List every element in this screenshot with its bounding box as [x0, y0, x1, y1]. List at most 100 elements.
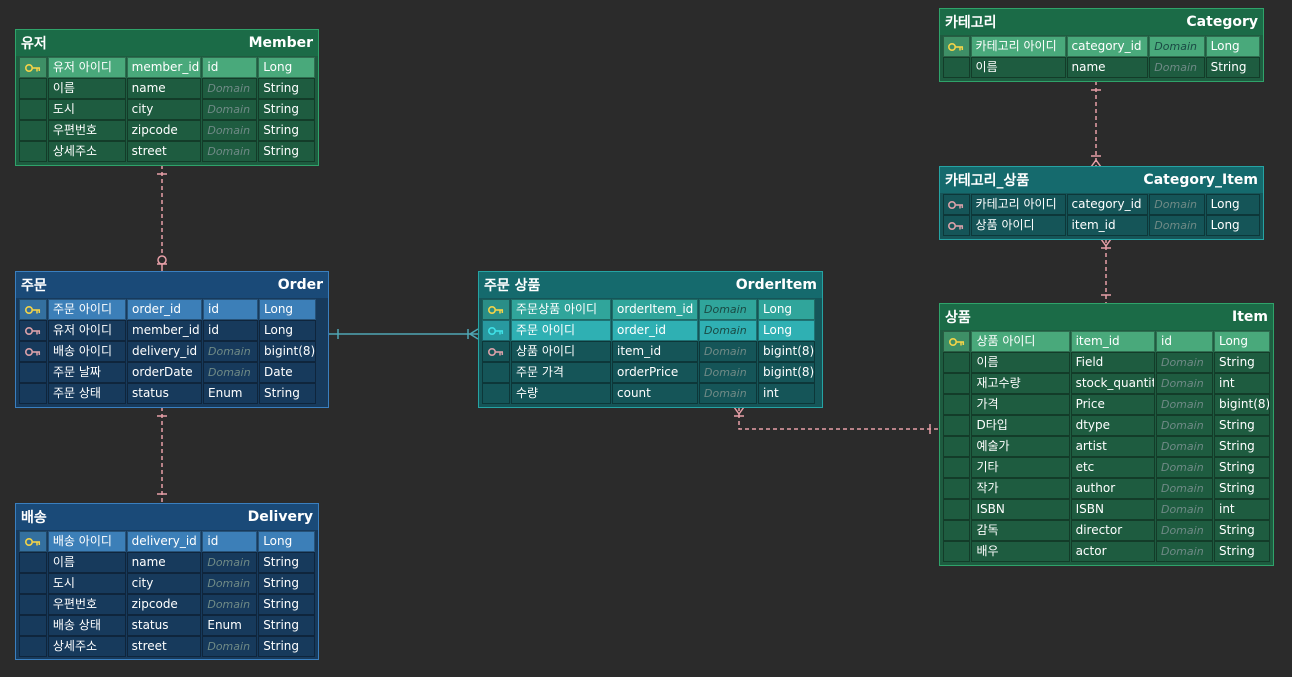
column-data-type: Date — [259, 362, 316, 383]
key-slot — [943, 373, 971, 394]
column-domain-placeholder: Domain — [202, 636, 258, 657]
column-physical-name: etc — [1070, 457, 1155, 478]
primary-key-icon — [19, 57, 47, 78]
column-row[interactable]: 우편번호 zipcode Domain String — [19, 594, 315, 615]
relation-order-orderitem[interactable] — [329, 328, 479, 340]
column-row[interactable]: D타입 dtype Domain String — [943, 415, 1270, 436]
column-row[interactable]: 배송 아이디 delivery_id id Long — [19, 531, 315, 552]
column-row[interactable]: 도시 city Domain String — [19, 99, 315, 120]
column-row[interactable]: 기타 etc Domain String — [943, 457, 1270, 478]
column-row[interactable]: 수량 count Domain int — [482, 383, 819, 404]
column-domain-placeholder: Domain — [1155, 352, 1213, 373]
entity-physical-name: Member — [248, 35, 313, 51]
column-domain: id — [202, 531, 258, 552]
column-data-type: String — [258, 141, 315, 162]
column-row[interactable]: 카테고리 아이디 category_id Domain Long — [943, 36, 1260, 57]
column-row[interactable]: 상세주소 street Domain String — [19, 141, 315, 162]
column-logical-name: 도시 — [47, 99, 126, 120]
column-logical-name: 유저 아이디 — [47, 57, 126, 78]
column-domain-placeholder: Domain — [1155, 499, 1213, 520]
column-physical-name: Price — [1070, 394, 1155, 415]
column-row[interactable]: 예술가 artist Domain String — [943, 436, 1270, 457]
column-data-type: int — [1213, 373, 1270, 394]
column-physical-name: name — [126, 78, 202, 99]
column-row[interactable]: 도시 city Domain String — [19, 573, 315, 594]
column-row[interactable]: 배송 상태 status Enum String — [19, 615, 315, 636]
entity-category[interactable]: 카테고리 Category 카테고리 아이디 category_id Domain L… — [939, 8, 1264, 82]
relation-order-delivery[interactable] — [157, 407, 167, 503]
column-domain-placeholder: Domain — [1149, 194, 1205, 215]
column-physical-name: status — [127, 383, 202, 404]
column-row[interactable]: ISBN ISBN Domain int — [943, 499, 1270, 520]
column-row[interactable]: 상품 아이디 item_id Domain Long — [943, 215, 1260, 236]
key-slot — [19, 594, 47, 615]
column-row[interactable]: 감독 director Domain String — [943, 520, 1270, 541]
column-domain-placeholder: Domain — [202, 78, 258, 99]
key-slot — [19, 383, 47, 404]
column-physical-name: member_id — [126, 57, 202, 78]
column-row[interactable]: 이름 name Domain String — [19, 552, 315, 573]
column-data-type: String — [258, 615, 315, 636]
column-row[interactable]: 주문 아이디 order_id Domain Long — [482, 320, 819, 341]
primary-key-icon — [482, 299, 510, 320]
column-row[interactable]: 주문 날짜 orderDate Domain Date — [19, 362, 325, 383]
column-data-type: String — [258, 636, 315, 657]
column-logical-name: 가격 — [971, 394, 1070, 415]
relation-category-categoryitem[interactable] — [1090, 81, 1102, 168]
column-row[interactable]: 상품 아이디 item_id Domain bigint(8) — [482, 341, 819, 362]
column-physical-name: item_id — [1070, 331, 1155, 352]
column-domain-placeholder: Domain — [1149, 57, 1205, 78]
column-physical-name: artist — [1070, 436, 1155, 457]
column-domain-placeholder: Domain — [699, 341, 757, 362]
relation-orderitem-item[interactable] — [733, 406, 939, 434]
column-physical-name: name — [1066, 57, 1149, 78]
entity-member[interactable]: 유저 Member 유저 아이디 member_id id Long 이름 name Dom… — [15, 29, 319, 166]
column-row[interactable]: 주문 상태 status Enum String — [19, 383, 325, 404]
entity-header: 배송 Delivery — [16, 504, 318, 530]
column-row[interactable]: 배우 actor Domain String — [943, 541, 1270, 562]
column-row[interactable]: 유저 아이디 member_id id Long — [19, 57, 315, 78]
column-row[interactable]: 상세주소 street Domain String — [19, 636, 315, 657]
column-domain-placeholder: Domain — [699, 320, 757, 341]
column-row[interactable]: 이름 name Domain String — [19, 78, 315, 99]
column-data-type: String — [1213, 352, 1270, 373]
entity-order-item[interactable]: 주문 상품 OrderItem 주문상품 아이디 orderItem_id Doma… — [478, 271, 823, 408]
column-row[interactable]: 카테고리 아이디 category_id Domain Long — [943, 194, 1260, 215]
column-list: 카테고리 아이디 category_id Domain Long 상품 아이디 item_… — [940, 193, 1263, 239]
column-row[interactable]: 재고수량 stock_quantity Domain int — [943, 373, 1270, 394]
relation-item-categoryitem[interactable] — [1100, 238, 1112, 303]
column-logical-name: 예술가 — [971, 436, 1070, 457]
key-slot — [19, 573, 47, 594]
column-row[interactable]: 우편번호 zipcode Domain String — [19, 120, 315, 141]
key-slot — [943, 394, 971, 415]
column-data-type: String — [1213, 436, 1270, 457]
column-domain-placeholder: Domain — [1155, 457, 1213, 478]
relation-member-order[interactable] — [157, 165, 167, 271]
entity-physical-name: Order — [277, 277, 323, 293]
column-row[interactable]: 유저 아이디 member_id id Long — [19, 320, 325, 341]
column-row[interactable]: 이름 Field Domain String — [943, 352, 1270, 373]
column-domain-placeholder: Domain — [202, 141, 258, 162]
column-row[interactable]: 주문상품 아이디 orderItem_id Domain Long — [482, 299, 819, 320]
column-row[interactable]: 주문 아이디 order_id id Long — [19, 299, 325, 320]
column-row[interactable]: 상품 아이디 item_id id Long — [943, 331, 1270, 352]
key-slot — [19, 552, 47, 573]
key-slot — [19, 615, 47, 636]
column-data-type: Long — [259, 320, 316, 341]
column-data-type: Long — [259, 299, 316, 320]
entity-order[interactable]: 주문 Order 주문 아이디 order_id id Long 유저 아이디 membe… — [15, 271, 329, 408]
column-row[interactable]: 가격 Price Domain bigint(8) — [943, 394, 1270, 415]
column-row[interactable]: 작가 author Domain String — [943, 478, 1270, 499]
entity-item[interactable]: 상품 Item 상품 아이디 item_id id Long 이름 Field Domain… — [939, 303, 1274, 566]
column-domain-placeholder: Domain — [1155, 394, 1213, 415]
column-row[interactable]: 배송 아이디 delivery_id Domain bigint(8) — [19, 341, 325, 362]
column-row[interactable]: 이름 name Domain String — [943, 57, 1260, 78]
column-logical-name: 수량 — [511, 383, 611, 404]
entity-category-item[interactable]: 카테고리_상품 Category_Item 카테고리 아이디 category_i… — [939, 166, 1264, 240]
column-row[interactable]: 주문 가격 orderPrice Domain bigint(8) — [482, 362, 819, 383]
column-domain-placeholder: Domain — [1155, 520, 1213, 541]
entity-delivery[interactable]: 배송 Delivery 배송 아이디 delivery_id id Long 이름 nam… — [15, 503, 319, 660]
column-domain: Enum — [202, 615, 258, 636]
entity-logical-name: 주문 — [21, 278, 47, 294]
column-logical-name: 도시 — [47, 573, 126, 594]
